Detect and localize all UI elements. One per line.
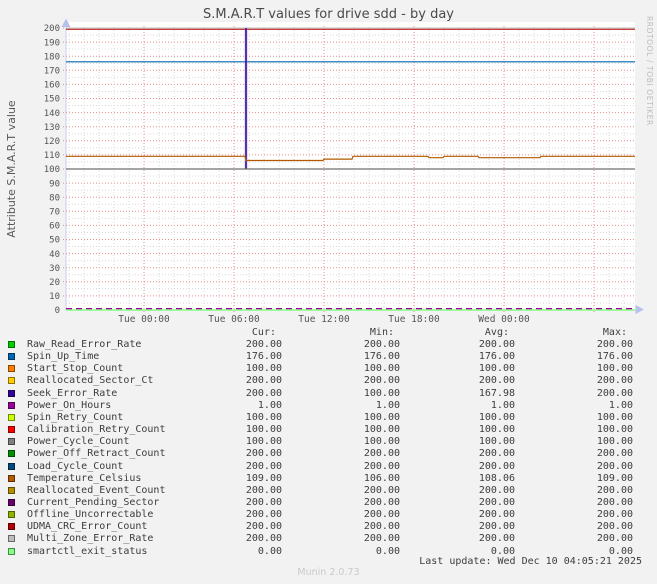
- legend-row: Offline_Uncorrectable 200.00 200.00 200.00 2…: [0, 509, 657, 521]
- legend-value-max: 100.00: [596, 424, 633, 436]
- legend-value-max: 200.00: [596, 387, 633, 399]
- legend-value-max: 200.00: [596, 460, 633, 472]
- legend-row: Start_Stop_Count 100.00 100.00 100.00 100.00: [0, 363, 657, 375]
- legend: Raw_Read_Error_Rate 200.00 200.00 200.00 200…: [0, 0, 657, 584]
- legend-value-max: 1.00: [608, 399, 633, 411]
- legend-row: Raw_Read_Error_Rate 200.00 200.00 200.00 200…: [0, 339, 657, 351]
- legend-value-max: 100.00: [596, 363, 633, 375]
- legend-row: Spin_Up_Time 176.00 176.00 176.00 176.00: [0, 351, 657, 363]
- legend-value-max: 0.00: [608, 545, 633, 557]
- legend-value-max: 200.00: [596, 484, 633, 496]
- munin-version-text: Munin 2.0.73: [297, 567, 360, 578]
- legend-value-max: 109.00: [596, 472, 633, 484]
- legend-value-max: 200.00: [596, 521, 633, 533]
- legend-row: Reallocated_Event_Count 200.00 200.00 200.0…: [0, 485, 657, 497]
- legend-row: Reallocated_Sector_Ct 200.00 200.00 200.00 2…: [0, 375, 657, 387]
- legend-row: Power_Cycle_Count 100.00 100.00 100.00 100.0…: [0, 436, 657, 448]
- last-update-text: Last update: Wed Dec 10 04:05:21 2025: [419, 556, 642, 567]
- legend-row: UDMA_CRC_Error_Count 200.00 200.00 200.00 20…: [0, 521, 657, 533]
- legend-value-max: 200.00: [596, 375, 633, 387]
- legend-row: Calibration_Retry_Count 100.00 100.00 100.0…: [0, 424, 657, 436]
- legend-row: Spin_Retry_Count 100.00 100.00 100.00 100.00: [0, 412, 657, 424]
- legend-value-max: 200.00: [596, 496, 633, 508]
- legend-row: Multi_Zone_Error_Rate 200.00 200.00 200.00 2…: [0, 533, 657, 545]
- legend-row: Current_Pending_Sector 200.00 200.00 200.00…: [0, 497, 657, 509]
- legend-value-max: 200.00: [596, 339, 633, 350]
- legend-value-max: 100.00: [596, 411, 633, 423]
- legend-row: Power_On_Hours 1.00 1.00 1.00 1.00: [0, 400, 657, 412]
- legend-value-max: 200.00: [596, 509, 633, 521]
- munin-smart-graph: S.M.A.R.T values for drive sdd - by day …: [0, 0, 657, 584]
- legend-value-max: 100.00: [596, 436, 633, 448]
- legend-value-max: 200.00: [596, 533, 633, 545]
- legend-value-max: 200.00: [596, 448, 633, 460]
- legend-value-max: 176.00: [596, 351, 633, 363]
- legend-row: Load_Cycle_Count 200.00 200.00 200.00 200.00: [0, 461, 657, 473]
- legend-row: Temperature_Celsius 109.00 106.00 108.06 109…: [0, 473, 657, 485]
- legend-row: Power_Off_Retract_Count 200.00 200.00 200.0…: [0, 448, 657, 460]
- legend-row: Seek_Error_Rate 200.00 100.00 167.98 200.00: [0, 388, 657, 400]
